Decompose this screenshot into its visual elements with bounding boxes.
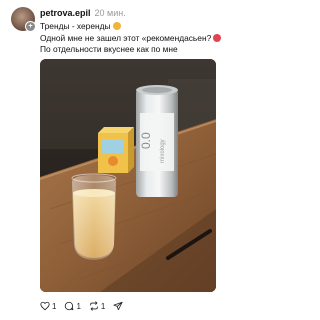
post-text-line-3: По отдельности вкуснее как по мне bbox=[40, 44, 178, 55]
svg-text:mixology: mixology bbox=[160, 139, 166, 163]
smiling-face-emoji bbox=[112, 22, 121, 30]
plus-icon[interactable]: + bbox=[25, 21, 36, 32]
post-actions: 1 1 1 bbox=[40, 300, 131, 312]
username[interactable]: petrova.epil bbox=[40, 8, 91, 18]
like-button[interactable]: 1 bbox=[40, 301, 56, 311]
repost-button[interactable]: 1 bbox=[89, 301, 105, 311]
post-photo[interactable]: 0.0 mixology bbox=[40, 59, 216, 292]
comment-button[interactable]: 1 bbox=[64, 301, 81, 311]
post-text-line-2: Одной мне не зашел этот «рекомендасьен? bbox=[40, 33, 256, 45]
like-count: 1 bbox=[52, 301, 57, 311]
comment-icon bbox=[65, 301, 74, 311]
post-time: 20 мин. bbox=[94, 8, 126, 18]
repost-icon bbox=[90, 301, 98, 311]
send-icon bbox=[113, 301, 123, 311]
post-header: petrova.epil 20 мин. bbox=[40, 8, 126, 19]
grimace-face-emoji bbox=[213, 33, 222, 42]
photo-illustration: 0.0 mixology bbox=[40, 59, 216, 292]
post-text-line-1: Тренды - херенды bbox=[40, 21, 256, 33]
heart-icon bbox=[40, 301, 50, 311]
post-text: Тренды - херенды Одной мне не зашел этот… bbox=[40, 21, 256, 56]
comment-count: 1 bbox=[76, 301, 81, 311]
thread-post: + petrova.epil 20 мин. Тренды - херенды О… bbox=[0, 0, 262, 320]
share-button[interactable] bbox=[113, 301, 123, 311]
svg-text:0.0: 0.0 bbox=[139, 132, 153, 149]
repost-count: 1 bbox=[100, 301, 106, 311]
